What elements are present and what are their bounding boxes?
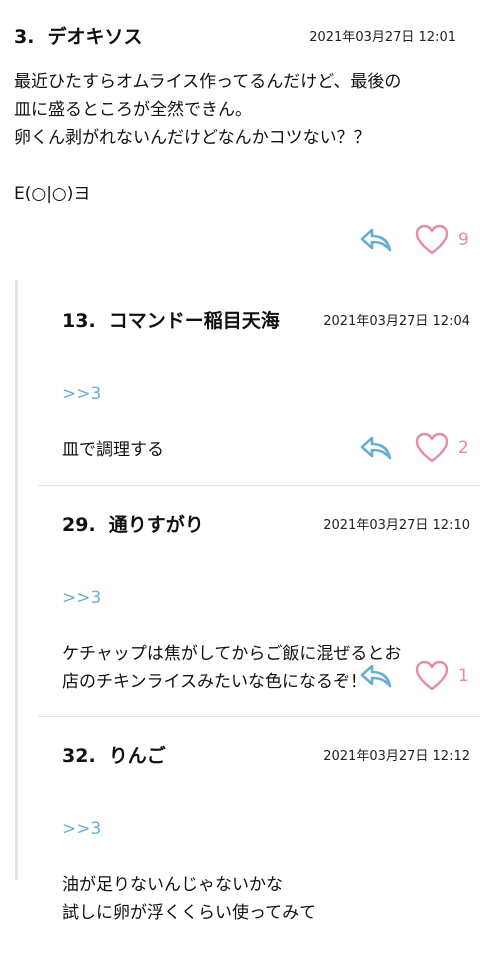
post-body: 最近ひたすらオムライス作ってるんだけど、最後の 皿に盛るところが全然できん。 卵… [14, 72, 402, 204]
reply-date: 2021年03月27日 12:04 [323, 314, 470, 329]
post-number: 3. [14, 26, 35, 48]
reply-date: 2021年03月27日 12:10 [323, 518, 470, 533]
author-name[interactable]: コマンドー稲目天海 [109, 310, 280, 332]
like-count: 9 [458, 230, 469, 250]
post-3: 3. デオキソス 2021年03月27日 12:01 最近ひたすらオムライス作っ… [0, 0, 480, 270]
like-count: 2 [458, 438, 469, 458]
thread-line [15, 280, 18, 880]
reply-body: >>3 皿で調理する [62, 352, 472, 492]
heart-outline-icon[interactable] [414, 222, 450, 262]
reply-number: 13. [62, 310, 96, 332]
heart-outline-icon[interactable] [414, 658, 450, 698]
post-header: 3. デオキソス 2021年03月27日 12:01 [14, 22, 480, 49]
reply-body: >>3 油が足りないんじゃないかな 試しに卵が浮くくらい使ってみて [62, 787, 472, 955]
reply-anchor-link[interactable]: >>3 [62, 380, 472, 408]
heart-outline-icon[interactable] [414, 430, 450, 470]
author-name[interactable]: りんご [109, 745, 166, 767]
reply-13: 13. コマンドー稲目天海 2021年03月27日 12:04 >>3 皿で調理… [38, 280, 480, 485]
reply-body: >>3 ケチャップは焦がしてからご飯に混ぜるとお 店のチキンライスみたいな色にな… [62, 556, 477, 724]
reply-anchor-link[interactable]: >>3 [62, 584, 477, 612]
reply-32: 32. りんご 2021年03月27日 12:12 >>3 油が足りないんじゃな… [38, 717, 480, 923]
reply-text: 油が足りないんじゃないかな 試しに卵が浮くくらい使ってみて [62, 875, 317, 923]
reply-number: 32. [62, 745, 96, 767]
reply-arrow-icon[interactable] [358, 658, 394, 698]
reply-actions: 2 [350, 430, 480, 466]
author-name[interactable]: デオキソス [48, 26, 143, 48]
reply-anchor-link[interactable]: >>3 [62, 815, 472, 843]
reply-29: 29. 通りすがり 2021年03月27日 12:10 >>3 ケチャップは焦が… [38, 486, 480, 716]
author-name[interactable]: 通りすがり [109, 514, 204, 536]
post-date: 2021年03月27日 12:01 [309, 30, 456, 45]
post-actions: 9 [350, 222, 480, 258]
reply-date: 2021年03月27日 12:12 [323, 749, 470, 764]
reply-arrow-icon[interactable] [358, 430, 394, 470]
reply-arrow-icon[interactable] [358, 222, 394, 262]
reply-number: 29. [62, 514, 96, 536]
like-count: 1 [458, 666, 469, 686]
reply-actions: 1 [350, 658, 480, 694]
